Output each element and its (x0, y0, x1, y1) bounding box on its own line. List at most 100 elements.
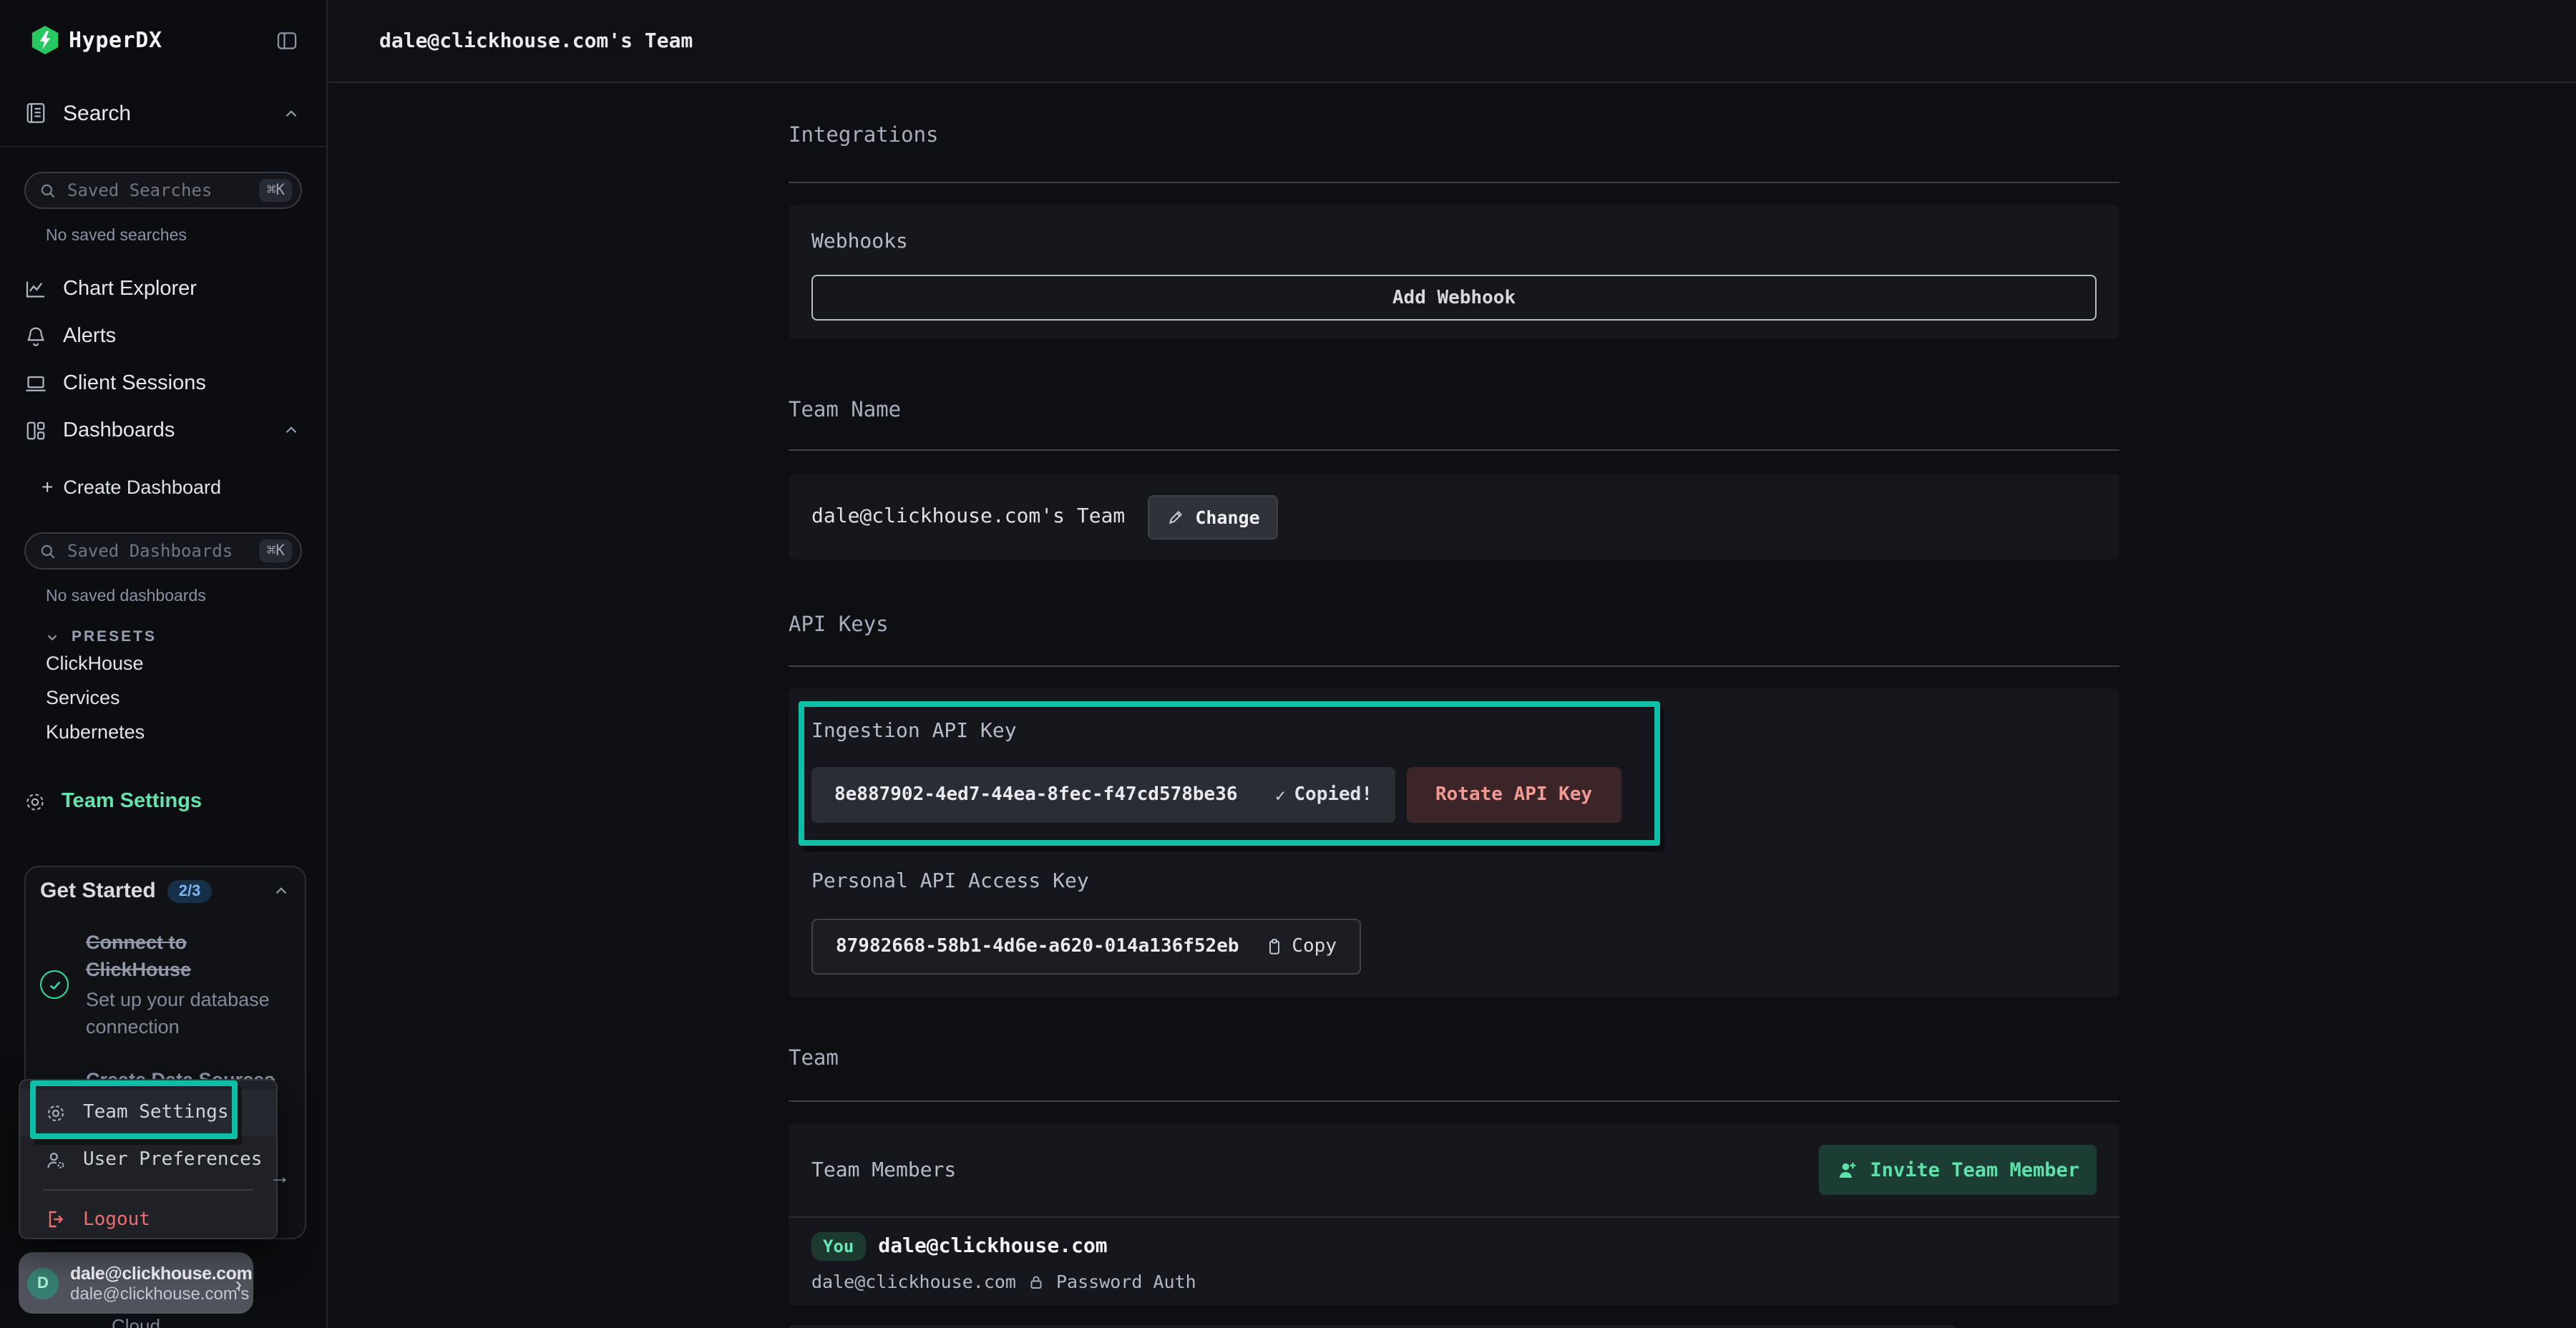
check-icon: ✓ (1275, 785, 1285, 805)
pencil-icon (1166, 507, 1185, 526)
sidebar-item-dashboards[interactable]: Dashboards (0, 406, 326, 454)
preset-item-kubernetes[interactable]: Kubernetes (0, 714, 326, 748)
user-chip-text: dale@clickhouse.com dale@clickhouse.com'… (70, 1263, 235, 1303)
shortcut-badge: ⌘K (260, 179, 292, 202)
saved-dashboards-input[interactable] (67, 541, 260, 561)
menu-item-user-preferences[interactable]: User Preferences (20, 1136, 276, 1183)
brand-name: HyperDX (69, 27, 162, 53)
section-divider (789, 449, 2119, 451)
member-auth-method: Password Auth (1056, 1271, 1196, 1292)
preset-label: ClickHouse (46, 652, 144, 673)
presets-toggle[interactable]: PRESETS (44, 628, 326, 645)
section-title-integrations: Integrations (789, 125, 2119, 149)
webhooks-title: Webhooks (811, 230, 2097, 253)
sidebar: HyperDX Search ⌘K No saved se (0, 0, 328, 1328)
menu-divider (43, 1189, 253, 1191)
ingestion-key-chip[interactable]: 8e887902-4ed7-44ea-8fec-f47cd578be36 ✓ C… (811, 767, 1395, 823)
chevron-right-icon: › (235, 1271, 242, 1294)
menu-item-label: User Preferences (83, 1149, 262, 1171)
journal-icon (23, 100, 49, 126)
team-members-header: Team Members Invite Team Member (789, 1123, 2119, 1216)
sidebar-item-client-sessions[interactable]: Client Sessions (0, 359, 326, 406)
saved-searches-input-wrap: ⌘K (24, 172, 302, 209)
logout-icon (44, 1208, 67, 1231)
gear-icon (23, 789, 47, 814)
copy-button[interactable]: Copy (1264, 936, 1337, 957)
clipboard-icon (1264, 937, 1283, 956)
chevron-up-icon (282, 421, 301, 439)
menu-item-label: Logout (83, 1209, 150, 1230)
step-desc: Set up your database connection (86, 986, 272, 1040)
rotate-api-key-button[interactable]: Rotate API Key (1407, 767, 1621, 823)
search-section-label: Search (63, 101, 131, 125)
logo-row: HyperDX (0, 0, 326, 80)
team-card: Team Members Invite Team Member You (789, 1123, 2119, 1305)
section-divider (789, 182, 2119, 183)
member-meta: dale@clickhouse.com Password Auth (811, 1271, 2097, 1292)
saved-dashboards-input-wrap: ⌘K (24, 532, 302, 570)
laptop-icon (23, 370, 49, 396)
api-keys-card: Ingestion API Key 8e887902-4ed7-44ea-8fe… (789, 688, 2119, 997)
chevron-up-icon (282, 104, 301, 122)
top-bar: dale@clickhouse.com's Team (328, 0, 2576, 83)
member-email: dale@clickhouse.com (811, 1271, 1016, 1292)
get-started-title: Get Started (40, 879, 156, 903)
copy-button-label: Copy (1292, 936, 1337, 957)
sidebar-item-search[interactable]: Search (0, 80, 326, 147)
nav-label: Chart Explorer (63, 277, 197, 300)
sidebar-item-team-settings[interactable]: Team Settings (0, 777, 326, 826)
create-dashboard-label: Create Dashboard (63, 476, 221, 497)
preset-label: Kubernetes (46, 721, 145, 742)
create-dashboard-button[interactable]: + Create Dashboard (0, 465, 326, 508)
presets-label: PRESETS (72, 628, 157, 645)
avatar: D (27, 1267, 59, 1299)
menu-item-logout[interactable]: Logout (20, 1195, 276, 1244)
saved-searches-input[interactable] (67, 180, 260, 200)
chevron-down-icon (44, 629, 60, 645)
nav-label: Client Sessions (63, 371, 206, 394)
user-team: dale@clickhouse.com's (70, 1283, 235, 1303)
get-started-step-connect[interactable]: Connect to ClickHouse Set up your databa… (40, 929, 291, 1040)
section-title-team: Team (789, 1048, 2119, 1072)
main-area: dale@clickhouse.com's Team Integrations … (328, 0, 2576, 1328)
change-team-name-button[interactable]: Change (1148, 494, 1278, 539)
bell-icon (23, 323, 49, 348)
member-identity: You dale@clickhouse.com (811, 1232, 2097, 1261)
nav-label: Dashboards (63, 419, 175, 441)
sidebar-item-chart-explorer[interactable]: Chart Explorer (0, 265, 326, 312)
ingestion-key-label: Ingestion API Key (811, 720, 2097, 743)
search-icon (39, 542, 57, 560)
preset-item-clickhouse[interactable]: ClickHouse (0, 645, 326, 680)
team-member-row: You dale@clickhouse.com dale@clickhouse.… (789, 1218, 2119, 1292)
arrow-right-icon[interactable]: → (269, 1165, 291, 1189)
section-title-team-name: Team Name (789, 399, 2119, 424)
menu-item-team-settings[interactable]: Team Settings (20, 1089, 276, 1136)
sidebar-item-alerts[interactable]: Alerts (0, 312, 326, 359)
webhooks-card: Webhooks Add Webhook (789, 205, 2119, 339)
section-divider (789, 1100, 2119, 1102)
preset-item-services[interactable]: Services (0, 680, 326, 714)
invite-team-member-button[interactable]: Invite Team Member (1818, 1145, 2097, 1195)
section-title-api-keys: API Keys (789, 614, 2119, 638)
section-divider (789, 665, 2119, 667)
collapse-sidebar-button[interactable] (275, 28, 299, 52)
add-webhook-button[interactable]: Add Webhook (811, 275, 2097, 321)
copied-label: Copied! (1294, 784, 1372, 806)
personal-key-chip[interactable]: 87982668-58b1-4d6e-a620-014a136f52eb Cop… (811, 919, 1361, 975)
gear-icon (44, 1101, 67, 1124)
invite-button-label: Invite Team Member (1870, 1158, 2079, 1181)
settings-column: Integrations Webhooks Add Webhook Team N… (789, 83, 2119, 1328)
lock-icon (1028, 1273, 1045, 1290)
next-card-edge (789, 1325, 1956, 1328)
search-icon (39, 181, 57, 200)
get-started-header[interactable]: Get Started 2/3 (40, 879, 291, 903)
team-members-title: Team Members (811, 1158, 956, 1181)
sidebar-nav: Chart Explorer Alerts Client Sessions Da… (0, 265, 326, 454)
chart-line-icon (23, 275, 49, 301)
progress-badge: 2/3 (167, 879, 213, 902)
user-account-chip[interactable]: D dale@clickhouse.com dale@clickhouse.co… (19, 1252, 253, 1314)
no-saved-searches-note: No saved searches (46, 228, 326, 245)
user-plus-icon (1835, 1158, 1858, 1181)
step-text: Connect to ClickHouse Set up your databa… (86, 929, 272, 1040)
personal-key-value: 87982668-58b1-4d6e-a620-014a136f52eb (836, 936, 1239, 957)
